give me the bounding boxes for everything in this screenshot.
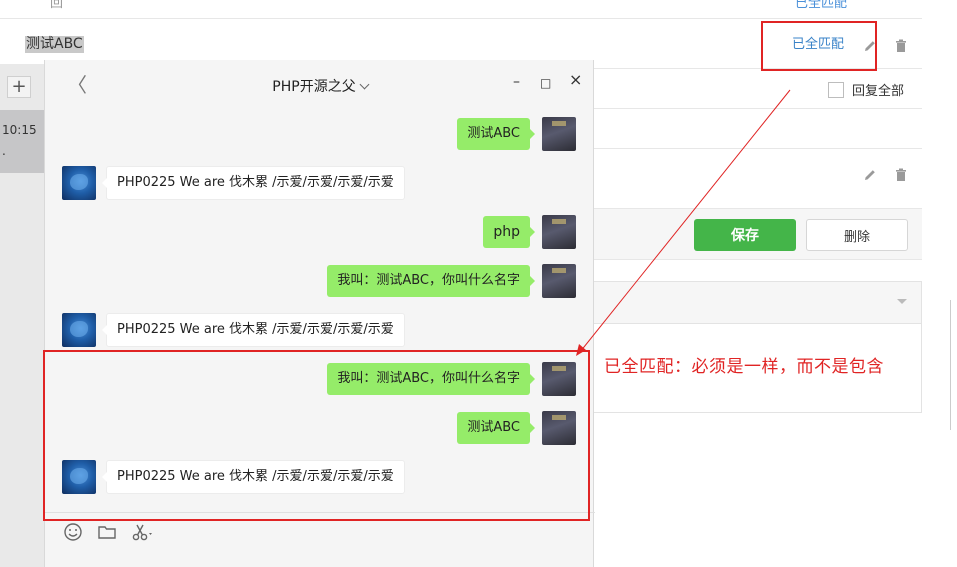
message-bubble[interactable]: php xyxy=(483,216,535,248)
reply-all-label: 回复全部 xyxy=(852,84,905,99)
divider xyxy=(0,18,922,19)
minimize-icon[interactable]: – xyxy=(513,74,520,90)
rule-panel xyxy=(594,281,922,413)
folder-icon[interactable] xyxy=(97,522,117,542)
message-bot: PHP0225 We are 伐木累 /示爱/示爱/示爱/示爱 xyxy=(62,313,405,347)
add-button[interactable]: + xyxy=(7,76,31,98)
message-me: 我叫：测试ABC，你叫什么名字 xyxy=(327,264,576,298)
highlight-box xyxy=(761,21,877,71)
avatar[interactable] xyxy=(542,215,576,249)
top-partial-link[interactable]: 已全匹配 xyxy=(795,0,847,11)
save-button[interactable]: 保存 xyxy=(694,219,796,251)
scissors-icon[interactable] xyxy=(131,522,155,542)
keyword-text: 测试ABC xyxy=(25,36,84,53)
edit-icon[interactable] xyxy=(862,167,878,183)
message-bubble[interactable]: PHP0225 We are 伐木累 /示爱/示爱/示爱/示爱 xyxy=(102,166,405,200)
top-partial-text: 回 xyxy=(50,0,64,11)
maximize-icon[interactable]: □ xyxy=(540,75,551,91)
message-me: php xyxy=(483,215,576,249)
avatar[interactable] xyxy=(542,264,576,298)
input-toolbar xyxy=(63,522,155,542)
screen: 回 已全匹配 测试ABC 已全匹配 回复全部 保存 删除 + 10:15 . 〈… xyxy=(0,0,957,567)
message-bubble[interactable]: 测试ABC xyxy=(457,118,535,150)
chat-title-text: PHP开源之父 xyxy=(272,79,356,95)
reply-all-checkbox[interactable] xyxy=(828,81,844,98)
trash-icon[interactable] xyxy=(893,38,909,54)
avatar[interactable] xyxy=(542,117,576,151)
rule-panel-header[interactable] xyxy=(594,282,921,324)
chat-title-bar: 〈 PHP开源之父 – □ × xyxy=(45,60,595,110)
highlight-box xyxy=(43,350,590,521)
message-bot: PHP0225 We are 伐木累 /示爱/示爱/示爱/示爱 xyxy=(62,166,405,200)
message-me: 测试ABC xyxy=(457,117,576,151)
chevron-down-icon[interactable] xyxy=(359,79,370,89)
avatar[interactable] xyxy=(62,313,96,347)
conversation-preview: . xyxy=(2,144,6,158)
divider xyxy=(594,108,922,109)
delete-button[interactable]: 删除 xyxy=(806,219,908,251)
annotation-text: 已全匹配：必须是一样，而不是包含 xyxy=(604,357,884,377)
scroll-edge xyxy=(950,300,957,430)
active-conversation[interactable] xyxy=(0,110,44,173)
emoji-icon[interactable] xyxy=(63,522,83,542)
reply-all-option[interactable]: 回复全部 xyxy=(828,80,904,99)
avatar[interactable] xyxy=(62,166,96,200)
conversation-time: 10:15 xyxy=(2,123,37,137)
chevron-down-icon[interactable] xyxy=(897,299,907,304)
trash-icon[interactable] xyxy=(893,167,909,183)
message-bubble[interactable]: PHP0225 We are 伐木累 /示爱/示爱/示爱/示爱 xyxy=(102,313,405,347)
close-icon[interactable]: × xyxy=(569,72,582,88)
divider xyxy=(594,148,922,149)
message-bubble[interactable]: 我叫：测试ABC，你叫什么名字 xyxy=(327,265,535,297)
